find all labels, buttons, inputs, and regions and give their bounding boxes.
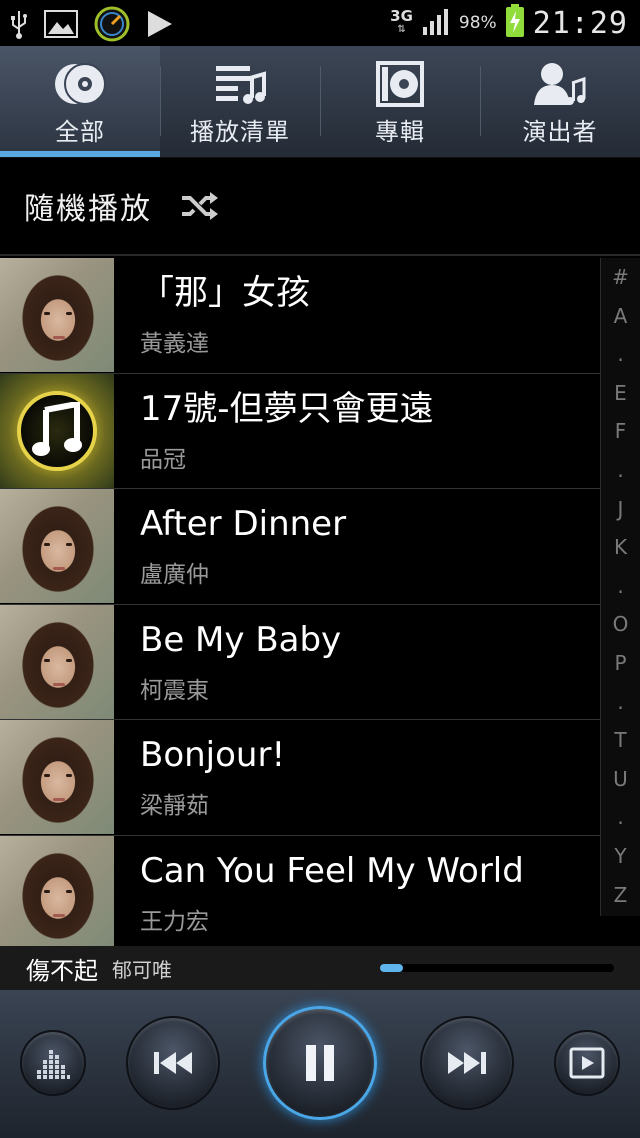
now-playing-screen-button[interactable] [554,1030,620,1096]
disc-icon [52,60,108,108]
usb-icon [10,9,28,43]
library-tabs: 全部 播放清單 專輯 演出者 [0,46,640,158]
song-artist: 柯震東 [140,677,209,704]
previous-track-button[interactable] [126,1016,220,1110]
song-title: Bonjour! [140,735,286,775]
song-item[interactable]: After Dinner 盧廣仲 [0,489,600,605]
song-title: 17號-但夢只會更遠 [140,388,434,429]
tab-albums[interactable]: 專輯 [320,46,480,157]
index-letter[interactable]: U [613,760,628,799]
song-item[interactable]: 「那」女孩 黃義達 [0,258,600,374]
equalizer-button[interactable] [20,1030,86,1096]
shuffle-all-button[interactable]: 隨機播放 [0,158,640,256]
song-item[interactable]: Be My Baby 柯震東 [0,604,600,720]
now-playing-artist: 郁可唯 [112,957,172,982]
index-letter[interactable]: K [614,528,627,567]
index-letter[interactable]: Y [614,837,626,876]
shuffle-icon [180,191,220,221]
now-playing-title: 傷不起 [26,956,98,985]
index-letter[interactable]: J [618,490,624,529]
battery-charging-icon [505,4,525,42]
album-art [0,373,114,488]
album-icon [372,60,428,108]
battery-percent: 98% [458,13,497,33]
index-letter[interactable]: . [617,335,623,374]
song-artist: 盧廣仲 [140,562,209,588]
song-artist: 黃義達 [140,331,209,357]
index-letter[interactable]: O [613,605,629,644]
album-art [0,835,114,950]
progress-fill [380,964,404,972]
network-type: 3G ⇅ [390,7,413,36]
pause-icon [306,1045,334,1081]
play-screen-icon [569,1047,605,1079]
song-artist: 梁靜茹 [140,793,209,819]
playback-progress-bar[interactable] [380,964,614,972]
tab-playlists[interactable]: 播放清單 [160,46,320,157]
active-tab-indicator [0,151,160,157]
next-track-button[interactable] [420,1016,514,1110]
index-letter[interactable]: T [614,721,626,760]
index-letter[interactable]: # [612,258,629,297]
song-title: After Dinner [140,504,347,544]
song-title: Can You Feel My World [140,850,524,891]
playlist-icon [212,60,268,108]
index-letter[interactable]: . [617,567,623,606]
index-letter[interactable]: . [617,451,623,490]
playback-controls [0,990,640,1138]
song-item[interactable]: Bonjour! 梁靜茹 [0,720,600,836]
index-letter[interactable]: . [617,798,623,837]
tab-artists[interactable]: 演出者 [480,46,640,157]
album-art [0,604,114,719]
image-icon [44,10,78,42]
equalizer-icon [37,1050,70,1079]
speedometer-icon [94,6,130,46]
pause-button[interactable] [263,1006,377,1120]
now-playing-bar[interactable]: 傷不起 郁可唯 [0,946,640,990]
tab-label: 演出者 [522,118,598,146]
shuffle-label: 隨機播放 [24,192,152,227]
song-item[interactable]: 17號-但夢只會更遠品冠 [0,373,600,489]
index-letter[interactable]: F [615,412,627,451]
music-note-icon [32,401,82,456]
song-item[interactable]: Can You Feel My World 王力宏 [0,835,600,951]
play-notification-icon [146,9,174,43]
song-title: 「那」女孩 [140,273,310,313]
song-list: 「那」女孩黃義達 17號-但夢只會更遠品冠 After Dinner 盧廣仲 Be… [0,258,600,951]
status-bar: 3G ⇅ 98% 21:29 [0,0,640,46]
tab-label: 全部 [55,118,105,146]
song-title: Be My Baby [140,619,342,660]
tab-all[interactable]: 全部 [0,46,160,157]
album-art [0,720,114,834]
artist-icon [532,60,588,108]
skip-next-icon [448,1052,486,1074]
index-letter[interactable]: . [617,683,623,722]
index-letter[interactable]: E [614,374,627,413]
tab-label: 專輯 [375,118,425,146]
index-letter[interactable]: Z [614,876,628,915]
index-letter[interactable]: A [614,297,628,336]
clock: 21:29 [532,5,628,41]
tab-label: 播放清單 [190,118,290,146]
song-artist: 王力宏 [140,908,209,935]
skip-previous-icon [154,1052,192,1074]
album-art [0,489,114,603]
alphabet-index-bar[interactable]: # A . E F . J K . O P . T U . Y Z [600,258,640,916]
song-artist: 品冠 [140,446,186,473]
index-letter[interactable]: P [614,644,626,683]
album-art [0,258,114,372]
signal-icon [421,7,451,39]
